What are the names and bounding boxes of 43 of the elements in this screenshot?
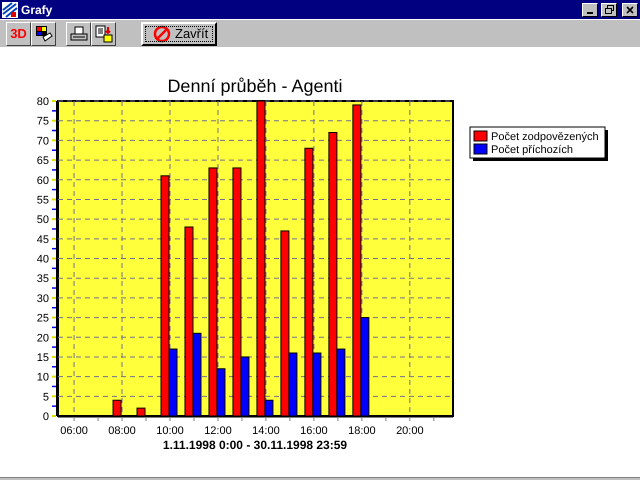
restore-icon	[604, 5, 614, 14]
close-chart-button[interactable]: Zavřít	[141, 22, 217, 46]
y-tick-label: 20	[36, 332, 49, 344]
y-tick-label: 70	[36, 135, 49, 148]
close-icon	[626, 6, 634, 14]
legend-label: Počet zodpovězených	[491, 131, 599, 143]
minimize-button[interactable]	[582, 2, 598, 16]
x-tick-label: 12:00	[204, 425, 232, 437]
x-tick-label: 08:00	[108, 425, 136, 437]
y-tick-label: 55	[36, 194, 49, 206]
restore-button[interactable]	[601, 2, 617, 16]
y-tick-label: 5	[42, 391, 49, 404]
x-tick-label: 10:00	[156, 425, 184, 437]
y-tick-label: 65	[36, 155, 49, 168]
legend-label: Počet příchozích	[491, 144, 573, 156]
x-tick-label: 16:00	[300, 425, 328, 437]
y-tick-label: 15	[36, 352, 49, 364]
y-tick-label: 0	[42, 411, 49, 423]
x-tick-label: 18:00	[348, 425, 376, 437]
x-axis-label: 1.11.1998 0:00 - 30.11.1998 23:59	[162, 438, 348, 452]
bar	[112, 400, 122, 416]
y-tick-label: 60	[36, 174, 49, 187]
no-entry-icon	[153, 24, 171, 42]
y-tick-label: 30	[36, 292, 49, 305]
save-document-button[interactable]	[91, 22, 116, 46]
minimize-icon	[587, 12, 593, 14]
y-tick-label: 10	[36, 372, 49, 384]
x-tick-label: 20:00	[396, 425, 424, 437]
x-tick-label: 06:00	[60, 425, 88, 437]
color-palette-button[interactable]	[31, 22, 56, 46]
x-tick-label: 14:00	[252, 425, 280, 437]
y-tick-label: 75	[36, 116, 49, 128]
y-tick-label: 35	[36, 273, 49, 286]
window-title: Grafy	[21, 2, 54, 16]
y-tick-label: 40	[36, 254, 49, 266]
chart-title: Denní průběh - Agenti	[167, 76, 343, 96]
bar	[136, 408, 146, 416]
close-button[interactable]	[622, 2, 638, 16]
y-tick-label: 50	[36, 214, 49, 226]
y-tick-label: 25	[36, 312, 49, 325]
y-tick-label: 45	[36, 234, 49, 246]
printer-button[interactable]	[66, 22, 91, 46]
y-tick-label: 80	[36, 96, 49, 108]
